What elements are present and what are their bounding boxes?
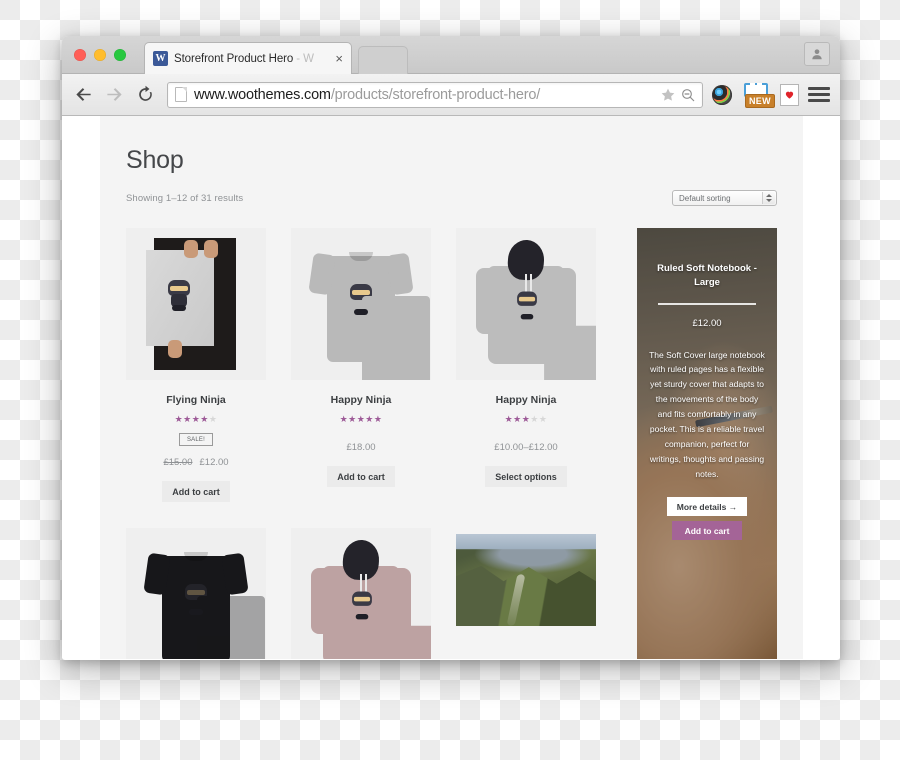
- menu-icon[interactable]: [808, 85, 830, 105]
- hero-price: £12.00: [692, 317, 722, 329]
- rating-stars: ★★★★★: [174, 414, 218, 424]
- browser-tab[interactable]: W Storefront Product Hero - W ×: [144, 42, 352, 74]
- sale-badge: SALE!: [179, 433, 213, 446]
- shop-content: Flying Ninja ★★★★★ SALE! £15.00 £12.00 Ad…: [100, 228, 803, 659]
- hero-add-to-cart-button[interactable]: Add to cart: [671, 521, 743, 541]
- product-grid: Flying Ninja ★★★★★ SALE! £15.00 £12.00 Ad…: [126, 228, 617, 659]
- maximize-window-button[interactable]: [114, 49, 126, 61]
- product-row-2: Photography #136: [126, 528, 617, 659]
- new-tab-button[interactable]: [358, 46, 408, 74]
- tab-strip: W Storefront Product Hero - W ×: [62, 36, 840, 74]
- more-details-button[interactable]: More details →: [666, 497, 748, 517]
- sorting-select[interactable]: Default sorting: [672, 190, 777, 206]
- product-card[interactable]: [126, 528, 266, 659]
- screenshot-icon: NEW: [741, 82, 775, 108]
- hero-product-title: Ruled Soft Notebook - Large: [657, 263, 757, 288]
- hero-content: Ruled Soft Notebook - Large £12.00 The S…: [637, 228, 777, 659]
- close-window-button[interactable]: [74, 49, 86, 61]
- bookmark-star-icon[interactable]: [660, 87, 676, 103]
- product-card[interactable]: Happy Ninja ★★★★★ £10.00–£12.00 Select o…: [456, 228, 596, 502]
- shop-page: Shop Showing 1–12 of 31 results Default …: [100, 116, 803, 659]
- zoom-out-icon[interactable]: [680, 87, 696, 103]
- product-thumbnail[interactable]: [291, 228, 431, 380]
- rating-stars: ★★★★★: [504, 414, 548, 424]
- hero-actions: More details → Add to cart: [648, 497, 766, 541]
- camera-extension-button[interactable]: [712, 84, 732, 105]
- window-controls: [74, 49, 126, 61]
- product-thumbnail[interactable]: [456, 528, 596, 659]
- site-favicon-icon: W: [153, 51, 168, 66]
- camera-lens-icon: [712, 84, 732, 105]
- add-to-cart-button[interactable]: Add to cart: [327, 466, 395, 487]
- heart-icon: [780, 83, 799, 106]
- back-arrow-icon: [75, 88, 91, 101]
- product-price: £18.00: [346, 442, 376, 453]
- browser-window: W Storefront Product Hero - W × www.woot…: [62, 36, 840, 660]
- product-thumbnail[interactable]: [126, 228, 266, 380]
- page-document-icon: [175, 87, 187, 102]
- sorting-selected-label: Default sorting: [679, 193, 731, 203]
- screenshot-extension-button[interactable]: NEW: [741, 82, 775, 108]
- landscape-photo-artwork-icon: [456, 534, 596, 626]
- product-name: Flying Ninja: [166, 394, 226, 406]
- page-title: Shop: [126, 146, 184, 174]
- pink-hoodie-artwork-icon: [291, 528, 431, 659]
- stepper-arrows-icon: [762, 192, 775, 204]
- select-options-button[interactable]: Select options: [485, 466, 567, 487]
- rating-stars: ★★★★★: [339, 414, 383, 424]
- product-thumbnail[interactable]: [126, 528, 266, 659]
- black-tshirt-artwork-icon: [126, 528, 266, 659]
- forward-arrow-icon: [106, 88, 122, 101]
- sidebar: Ruled Soft Notebook - Large £12.00 The S…: [637, 228, 777, 659]
- product-thumbnail[interactable]: [456, 228, 596, 380]
- poster-artwork-icon: [126, 228, 266, 380]
- product-name: Happy Ninja: [330, 394, 392, 406]
- profile-avatar-button[interactable]: [804, 42, 830, 66]
- reload-icon: [138, 85, 152, 101]
- result-row: Showing 1–12 of 31 results Default sorti…: [126, 190, 777, 206]
- product-card[interactable]: Photography #136: [456, 528, 596, 659]
- add-to-cart-button[interactable]: Add to cart: [162, 481, 230, 502]
- browser-toolbar: www.woothemes.com/products/storefront-pr…: [62, 74, 840, 116]
- product-row-1: Flying Ninja ★★★★★ SALE! £15.00 £12.00 Ad…: [126, 228, 617, 502]
- reload-button[interactable]: [134, 84, 156, 106]
- tab-title: Storefront Product Hero - W: [174, 52, 314, 65]
- url-text: www.woothemes.com/products/storefront-pr…: [194, 86, 541, 103]
- product-card[interactable]: Flying Ninja ★★★★★ SALE! £15.00 £12.00 Ad…: [126, 228, 266, 502]
- heart-extension-button[interactable]: [780, 83, 799, 106]
- page-viewport: Shop Showing 1–12 of 31 results Default …: [62, 116, 840, 659]
- person-icon: [812, 49, 822, 60]
- forward-button[interactable]: [103, 84, 125, 106]
- hero-description: The Soft Cover large notebook with ruled…: [649, 349, 765, 479]
- product-card[interactable]: Happy Ninja ★★★★★ £18.00 Add to cart: [291, 228, 431, 502]
- product-thumbnail[interactable]: [291, 528, 431, 659]
- shop-header: Shop Showing 1–12 of 31 results Default …: [100, 116, 803, 206]
- product-card[interactable]: [291, 528, 431, 659]
- close-tab-icon[interactable]: ×: [333, 52, 345, 65]
- hero-divider: [658, 302, 756, 305]
- product-price: £10.00–£12.00: [494, 442, 558, 453]
- product-name: Happy Ninja: [495, 394, 557, 406]
- new-badge: NEW: [745, 93, 775, 108]
- result-count: Showing 1–12 of 31 results: [126, 192, 244, 204]
- product-price: £15.00 £12.00: [163, 457, 229, 468]
- minimize-window-button[interactable]: [94, 49, 106, 61]
- gray-tshirt-artwork-icon: [291, 228, 431, 380]
- gray-hoodie-artwork-icon: [456, 228, 596, 380]
- address-bar[interactable]: www.woothemes.com/products/storefront-pr…: [167, 81, 703, 108]
- back-button[interactable]: [72, 84, 94, 106]
- product-hero-widget[interactable]: Ruled Soft Notebook - Large £12.00 The S…: [637, 228, 777, 659]
